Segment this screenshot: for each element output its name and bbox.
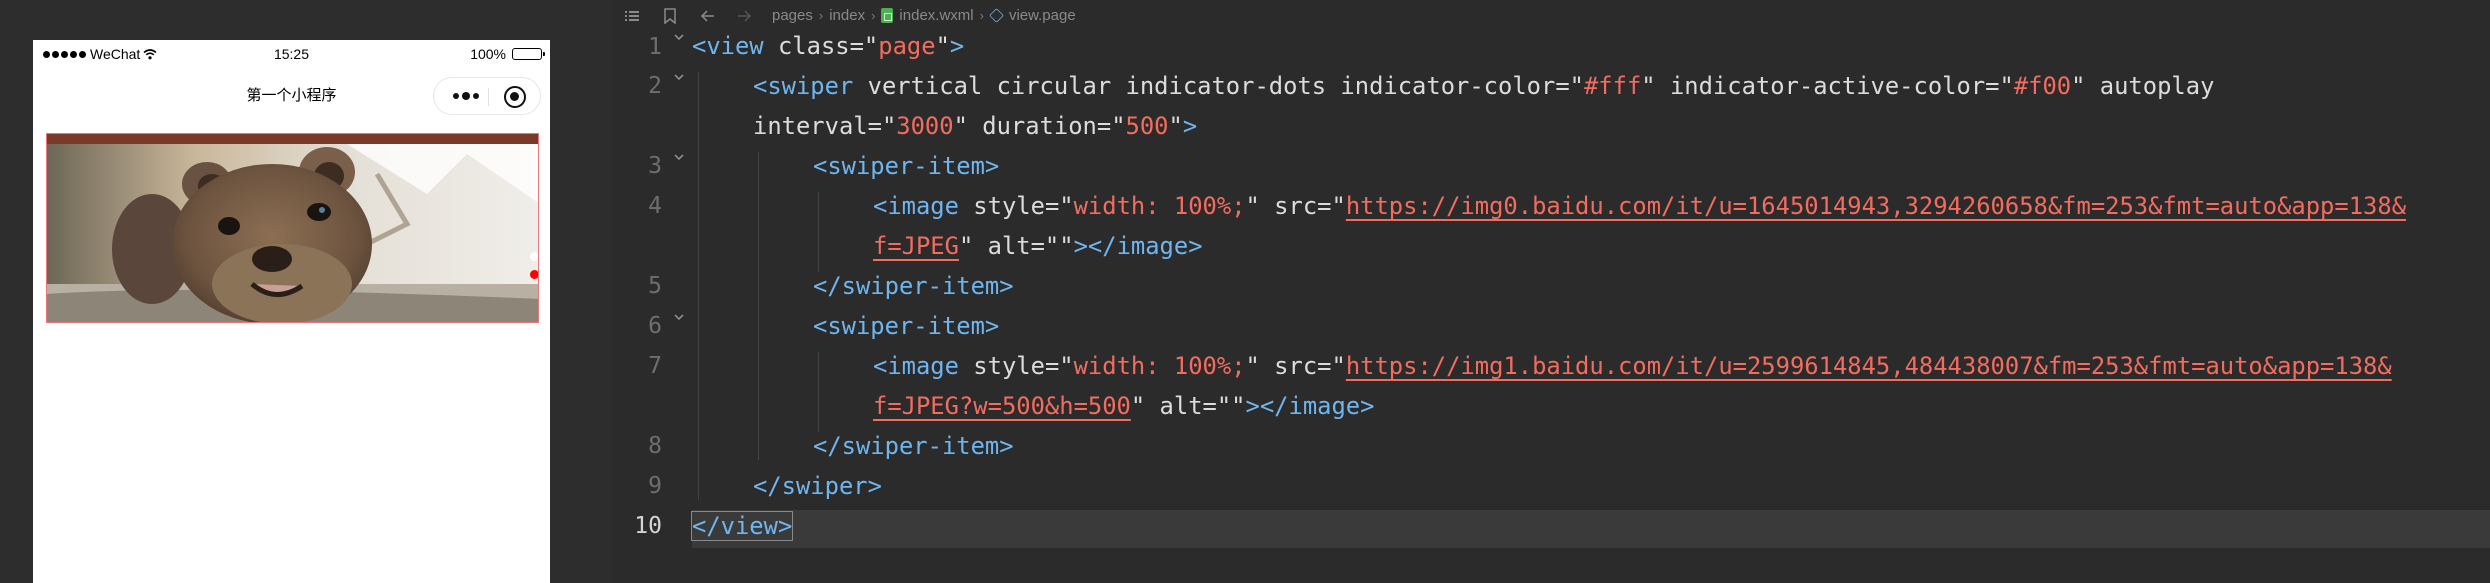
list-icon[interactable] [624,8,640,24]
code-line-4[interactable]: <image style="width: 100%;" src="https:/… [873,192,2406,220]
indent-guide [818,352,819,432]
line-number: 2 [648,73,662,99]
simulator-panel: WeChat 15:25 100% 第一个小程序 [0,0,612,583]
fold-chevron-icon[interactable] [674,32,684,42]
line-number: 7 [648,353,662,379]
status-bar: WeChat 15:25 100% [33,40,550,68]
line-number: 9 [648,473,662,499]
code-line-6[interactable]: <swiper-item> [813,312,999,340]
line-number: 1 [648,34,662,60]
code-line-8[interactable]: </swiper-item> [813,432,1014,460]
breadcrumb-item-index[interactable]: index [829,7,865,24]
chevron-right-icon: › [979,8,984,23]
line-number: 6 [648,313,662,339]
battery-percent: 100% [470,46,506,62]
close-miniprogram-icon[interactable] [504,86,526,108]
code-line-4-wrap[interactable]: f=JPEG" alt=""></image> [873,232,1203,260]
swiper-indicator-dot-active[interactable] [530,270,538,279]
fold-chevron-icon[interactable] [674,72,684,82]
image-swiper[interactable] [46,133,539,323]
code-line-7[interactable]: <image style="width: 100%;" src="https:/… [873,352,2392,380]
line-number: 8 [648,433,662,459]
forward-arrow-icon[interactable] [736,8,752,24]
phone-screen: WeChat 15:25 100% 第一个小程序 [33,40,550,583]
url-link[interactable]: https://img1.baidu.com/it/u=2599614845,4… [1346,352,2392,380]
line-number: 5 [648,273,662,299]
code-line-5[interactable]: </swiper-item> [813,272,1014,300]
code-line-10[interactable]: </view> [690,511,794,541]
chevron-right-icon: › [871,8,876,23]
quokka-photo [47,134,538,322]
breadcrumb-item-file[interactable]: index.wxml [899,7,973,24]
cube-icon [989,8,1004,23]
nav-bar: 第一个小程序 [33,68,550,120]
url-link[interactable]: f=JPEG?w=500&h=500 [873,392,1131,420]
url-link[interactable]: f=JPEG [873,232,959,260]
code-line-1[interactable]: <view class="page"> [692,32,964,60]
breadcrumb: pages › index › index.wxml › view.page [772,7,1076,24]
bookmark-icon[interactable] [662,8,678,24]
indent-guide [758,152,759,460]
indent-guide [818,192,819,272]
menu-capsule [433,77,541,115]
editor-toolbar: pages › index › index.wxml › view.page [612,0,2490,32]
fold-chevron-icon[interactable] [674,312,684,322]
code-editor: pages › index › index.wxml › view.page 1… [612,0,2490,583]
code-line-9[interactable]: </swiper> [753,472,882,500]
indent-guide [698,72,699,500]
code-line-7-wrap[interactable]: f=JPEG?w=500&h=500" alt=""></image> [873,392,1374,420]
more-options-icon[interactable] [446,88,486,104]
wxml-file-icon [881,8,894,23]
line-number: 4 [648,193,662,219]
back-arrow-icon[interactable] [700,8,716,24]
current-line-highlight [692,510,2490,548]
line-number-active: 10 [634,513,662,539]
line-number: 3 [648,153,662,179]
breadcrumb-item-symbol[interactable]: view.page [1009,7,1076,24]
url-link[interactable]: https://img0.baidu.com/it/u=1645014943,3… [1346,192,2406,220]
breadcrumb-item-pages[interactable]: pages [772,7,813,24]
fold-chevron-icon[interactable] [674,152,684,162]
swiper-indicator-dot[interactable] [530,252,538,261]
capsule-divider [488,88,489,106]
code-line-2[interactable]: <swiper vertical circular indicator-dots… [753,72,2214,100]
code-line-2-wrap[interactable]: interval="3000" duration="500"> [753,112,1197,140]
chevron-right-icon: › [818,8,824,23]
code-line-3[interactable]: <swiper-item> [813,152,999,180]
battery-icon [512,48,545,60]
